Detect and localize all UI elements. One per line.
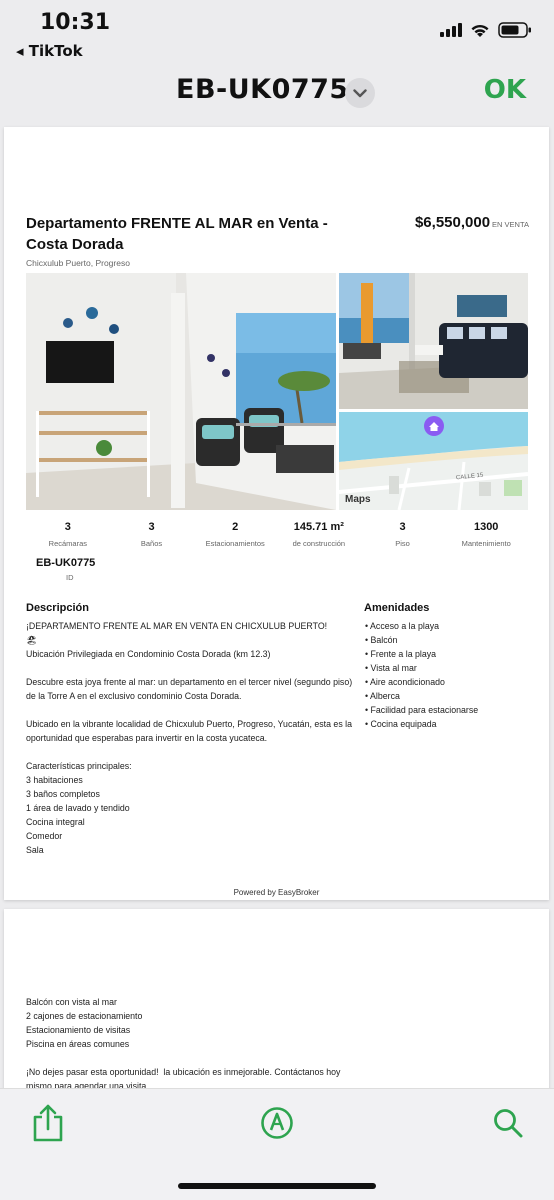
stat-label: Estacionamientos bbox=[205, 539, 265, 548]
amenity-item: • Acceso a la playa bbox=[365, 621, 439, 631]
amenity-item: • Vista al mar bbox=[365, 663, 417, 673]
title-menu-button[interactable] bbox=[345, 78, 375, 108]
home-indicator[interactable] bbox=[178, 1183, 376, 1189]
search-icon bbox=[494, 1109, 523, 1138]
battery-icon bbox=[498, 22, 531, 38]
amenities-heading: Amenidades bbox=[364, 602, 430, 614]
powered-by-footer: Powered by EasyBroker bbox=[233, 888, 320, 897]
status-time: 10:31 bbox=[40, 10, 111, 35]
stat-label: Piso bbox=[395, 539, 410, 548]
amenity-label: Frente a la playa bbox=[370, 649, 437, 659]
side-property-photo bbox=[339, 273, 528, 409]
stat-floor: 3 Piso bbox=[361, 521, 445, 548]
ok-button[interactable]: OK bbox=[484, 75, 526, 105]
listing-id-label: ID bbox=[66, 573, 74, 582]
amenity-item: • Aire acondicionado bbox=[365, 677, 445, 687]
share-button[interactable] bbox=[28, 1103, 68, 1143]
stat-maintenance: 1300 Mantenimiento bbox=[444, 521, 528, 548]
stat-value: 145.71 m² bbox=[293, 521, 344, 533]
pdf-page-2: Balcón con vista al mar 2 cajones de est… bbox=[4, 909, 549, 1099]
amenity-label: Balcón bbox=[370, 635, 398, 645]
amenities-list: • Acceso a la playa • Balcón • Frente a … bbox=[365, 619, 478, 731]
stat-value: 3 bbox=[399, 521, 406, 533]
stat-parking: 2 Estacionamientos bbox=[193, 521, 277, 548]
stat-value: 1300 bbox=[473, 521, 499, 533]
system-icons bbox=[440, 22, 532, 38]
stat-value: 3 bbox=[64, 521, 71, 533]
description-heading: Descripción bbox=[26, 602, 89, 614]
price-tag: EN VENTA bbox=[492, 220, 529, 229]
amenity-label: Acceso a la playa bbox=[370, 621, 439, 631]
back-to-app-link[interactable]: ◂ TikTok bbox=[16, 42, 83, 60]
stat-label: Recámaras bbox=[48, 539, 88, 548]
maps-label: Maps bbox=[345, 494, 371, 505]
main-property-photo bbox=[26, 273, 336, 510]
property-price: $6,550,000 EN VENTA bbox=[415, 214, 529, 231]
pdf-page-1: Departamento FRENTE AL MAR en Venta - Co… bbox=[4, 127, 549, 900]
amenity-label: Alberca bbox=[370, 691, 400, 701]
price-value: $6,550,000 bbox=[414, 214, 491, 231]
description-continued: Balcón con vista al mar 2 cajones de est… bbox=[26, 997, 341, 1091]
search-button[interactable] bbox=[488, 1103, 528, 1143]
chevron-down-icon bbox=[353, 88, 367, 97]
listing-id-value: EB-UK0775 bbox=[36, 557, 96, 569]
wifi-icon bbox=[471, 24, 489, 37]
stat-label: Baños bbox=[140, 539, 163, 548]
map-provider-label: Maps bbox=[345, 494, 371, 505]
stat-bedrooms: 3 Recámaras bbox=[26, 521, 110, 548]
amenity-label: Vista al mar bbox=[370, 663, 417, 673]
document-title: EB-UK0775 bbox=[176, 74, 349, 105]
share-icon bbox=[33, 1104, 63, 1142]
description-text: ¡DEPARTAMENTO FRENTE AL MAR EN VENTA EN … bbox=[26, 621, 353, 855]
property-location: Chicxulub Puerto, Progreso bbox=[26, 258, 130, 268]
amenity-item: • Alberca bbox=[365, 691, 400, 701]
stat-label: de construcción bbox=[292, 539, 346, 548]
property-stats: 3 Recámaras 3 Baños 2 Estacionamientos 1… bbox=[26, 521, 528, 548]
status-bar: 10:31 ◂ TikTok bbox=[0, 0, 554, 66]
markup-pen-icon bbox=[261, 1107, 293, 1139]
property-title: Departamento FRENTE AL MAR en Venta - Co… bbox=[26, 215, 328, 253]
listing-id: EB-UK0775 ID bbox=[36, 557, 95, 582]
signal-icon bbox=[440, 23, 462, 37]
stat-construction-area: 145.71 m² de construcción bbox=[277, 521, 361, 548]
stat-bathrooms: 3 Baños bbox=[110, 521, 194, 548]
navigation-bar: EB-UK0775 OK bbox=[0, 66, 554, 122]
stat-value: 2 bbox=[232, 521, 239, 533]
amenity-label: Facilidad para estacionarse bbox=[370, 705, 479, 715]
markup-button[interactable] bbox=[257, 1103, 297, 1143]
amenity-label: Aire acondicionado bbox=[370, 677, 445, 687]
location-map[interactable]: Maps CALLE 15 bbox=[339, 412, 528, 510]
amenity-item: • Cocina equipada bbox=[365, 719, 437, 729]
stat-label: Mantenimiento bbox=[461, 539, 511, 548]
amenity-label: Cocina equipada bbox=[370, 719, 437, 729]
amenity-item: • Frente a la playa bbox=[365, 649, 437, 659]
amenity-item: • Facilidad para estacionarse bbox=[365, 705, 479, 715]
stat-value: 3 bbox=[148, 521, 155, 533]
amenity-item: • Balcón bbox=[365, 635, 398, 645]
